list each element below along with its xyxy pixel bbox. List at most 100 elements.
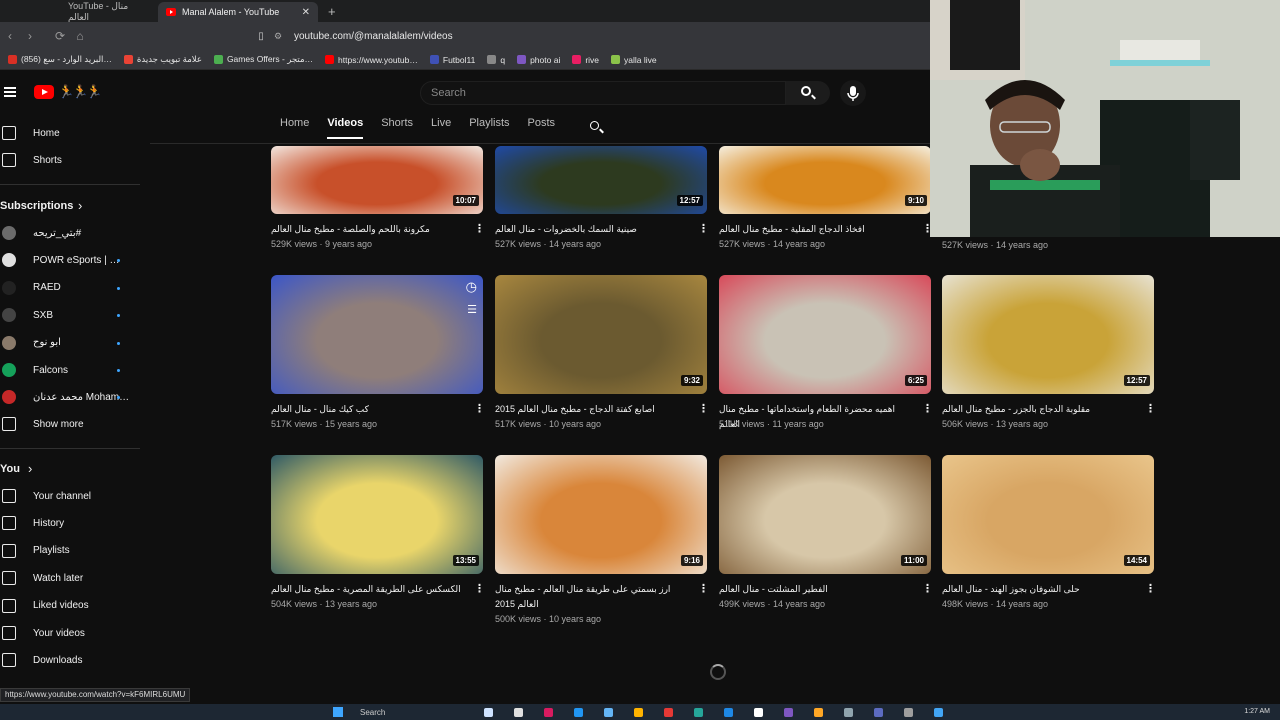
taskbar-app-icon[interactable] bbox=[724, 708, 733, 717]
tab-home[interactable]: Home bbox=[280, 117, 309, 141]
sidebar-item-downloads[interactable]: Downloads bbox=[0, 649, 140, 671]
video-thumbnail[interactable]: 6:25 bbox=[719, 275, 931, 394]
taskbar-app-icon[interactable] bbox=[874, 708, 883, 717]
video-thumbnail[interactable]: 12:57 bbox=[942, 275, 1154, 394]
taskbar-app-icon[interactable] bbox=[514, 708, 523, 717]
address-bar[interactable]: ▯ ⚙ youtube.com/@manalalalem/videos bbox=[248, 25, 928, 47]
video-card[interactable]: 6:25 اهميه محضرة الطعام واستخداماتها - مط… bbox=[719, 275, 933, 454]
video-thumbnail[interactable]: 14:54 bbox=[942, 455, 1154, 574]
video-title[interactable]: الفطير المشلتت - منال العالم bbox=[719, 582, 914, 597]
video-title[interactable]: افخاذ الدجاج المقلية - مطبخ منال العالم bbox=[719, 222, 914, 237]
bookmark-item[interactable]: q bbox=[487, 55, 505, 65]
new-tab-button[interactable]: + bbox=[318, 2, 346, 22]
tab-playlists[interactable]: Playlists bbox=[469, 117, 509, 141]
video-card[interactable]: 14:54 حلى الشوفان بجوز الهند - منال العال… bbox=[942, 455, 1156, 634]
search-input[interactable]: Search bbox=[420, 81, 786, 105]
subscriptions-heading[interactable]: Subscriptions bbox=[0, 200, 73, 212]
video-card[interactable]: 11:00 الفطير المشلتت - منال العالم ⋮ 499K v… bbox=[719, 455, 933, 634]
video-thumbnail[interactable]: 13:55 bbox=[271, 455, 483, 574]
bookmark-item[interactable]: yalla live bbox=[611, 55, 657, 65]
taskbar-app-icon[interactable] bbox=[784, 708, 793, 717]
video-thumbnail[interactable]: 9:10 bbox=[719, 146, 931, 214]
video-more-options-icon[interactable]: ⋮ bbox=[1145, 582, 1156, 595]
tab-videos[interactable]: Videos bbox=[327, 117, 364, 139]
taskbar-app-icon[interactable] bbox=[754, 708, 763, 717]
video-title[interactable]: ارز بسمتي على طريقة منال العالم - مطبخ م… bbox=[495, 582, 690, 612]
video-card[interactable]: 12:57 صينية السمك بالخضروات - منال العالم… bbox=[495, 146, 709, 274]
add-to-queue-icon[interactable]: ☰ bbox=[467, 303, 477, 316]
video-title[interactable]: حلى الشوفان بجوز الهند - منال العالم bbox=[942, 582, 1137, 597]
tab-posts[interactable]: Posts bbox=[528, 117, 556, 141]
video-more-options-icon[interactable]: ⋮ bbox=[474, 222, 485, 235]
taskbar-app-icon[interactable] bbox=[574, 708, 583, 717]
subscription-item[interactable]: POWR eSports | … bbox=[0, 249, 140, 271]
subscription-item[interactable]: محمد عدنان Moham… bbox=[0, 386, 140, 408]
video-more-options-icon[interactable]: ⋮ bbox=[1145, 402, 1156, 415]
bookmark-item[interactable]: photo ai bbox=[517, 55, 560, 65]
sidebar-item-shorts[interactable]: Shorts bbox=[0, 149, 140, 171]
sidebar-item-your-channel[interactable]: Your channel bbox=[0, 485, 140, 507]
video-more-options-icon[interactable]: ⋮ bbox=[474, 402, 485, 415]
video-thumbnail[interactable]: 9:32 bbox=[495, 275, 707, 394]
subscription-item[interactable]: بتي_تريحه# bbox=[0, 222, 140, 244]
home-browser-icon[interactable]: ⌂ bbox=[70, 29, 90, 43]
video-thumbnail[interactable]: 12:57 bbox=[495, 146, 707, 214]
sidebar-item-history[interactable]: History bbox=[0, 512, 140, 534]
bookmark-icon[interactable]: ▯ bbox=[248, 31, 274, 42]
video-title[interactable]: صينية السمك بالخضروات - منال العالم bbox=[495, 222, 690, 237]
subscription-item[interactable]: Falcons bbox=[0, 359, 140, 381]
video-card[interactable]: 9:16 ارز بسمتي على طريقة منال العالم - مط… bbox=[495, 455, 709, 634]
reload-icon[interactable]: ⟳ bbox=[50, 29, 70, 43]
subscription-item[interactable]: ابو نوح bbox=[0, 332, 140, 354]
tab-live[interactable]: Live bbox=[431, 117, 451, 141]
video-card[interactable]: 10:07 مكرونة باللحم والصلصة - مطبخ منال ا… bbox=[271, 146, 485, 274]
sidebar-item-home[interactable]: Home bbox=[0, 122, 140, 144]
bookmark-item[interactable]: علامة تبويب جديدة bbox=[123, 54, 202, 65]
video-card[interactable]: 9:10 افخاذ الدجاج المقلية - مطبخ منال الع… bbox=[719, 146, 933, 274]
taskbar-app-icon[interactable] bbox=[814, 708, 823, 717]
bookmark-item[interactable]: (856) البريد الوارد - سع… bbox=[8, 54, 112, 65]
site-info-icon[interactable]: ⚙ bbox=[274, 31, 294, 42]
video-thumbnail[interactable]: ◷ ☰ bbox=[271, 275, 483, 394]
tab-shorts[interactable]: Shorts bbox=[381, 117, 413, 141]
bookmark-item[interactable]: https://www.youtub… bbox=[325, 55, 418, 65]
you-heading[interactable]: You bbox=[0, 463, 20, 475]
subscription-item[interactable]: SXB bbox=[0, 304, 140, 326]
taskbar-app-icon[interactable] bbox=[934, 708, 943, 717]
taskbar-app-icon[interactable] bbox=[694, 708, 703, 717]
youtube-logo-icon[interactable] bbox=[34, 85, 54, 99]
video-thumbnail[interactable]: 11:00 bbox=[719, 455, 931, 574]
video-title[interactable]: مكرونة باللحم والصلصة - مطبخ منال العالم bbox=[271, 222, 466, 237]
video-thumbnail[interactable]: 10:07 bbox=[271, 146, 483, 214]
video-more-options-icon[interactable]: ⋮ bbox=[474, 582, 485, 595]
taskbar-app-icon[interactable] bbox=[604, 708, 613, 717]
close-tab-icon[interactable]: ✕ bbox=[302, 7, 310, 18]
video-card[interactable]: ◷ ☰ كب كيك منال - منال العالم ⋮ 517K views ·… bbox=[271, 275, 485, 454]
sidebar-item-your-videos[interactable]: Your videos bbox=[0, 622, 140, 644]
youtube-doodle[interactable]: 🏃🏃🏃 bbox=[58, 84, 103, 100]
back-arrow-icon[interactable]: ‹ bbox=[0, 29, 20, 43]
video-title[interactable]: مقلوبة الدجاج بالجزر - مطبخ منال العالم bbox=[942, 402, 1137, 417]
taskbar-app-icon[interactable] bbox=[844, 708, 853, 717]
sidebar-item-playlists[interactable]: Playlists bbox=[0, 540, 140, 562]
video-card[interactable]: 12:57 مقلوبة الدجاج بالجزر - مطبخ منال ال… bbox=[942, 275, 1156, 454]
video-thumbnail[interactable]: 9:16 bbox=[495, 455, 707, 574]
video-more-options-icon[interactable]: ⋮ bbox=[698, 582, 709, 595]
video-more-options-icon[interactable]: ⋮ bbox=[698, 402, 709, 415]
bookmark-item[interactable]: Games Offers - متجر… bbox=[213, 54, 313, 65]
taskbar-app-icon[interactable] bbox=[664, 708, 673, 717]
video-card[interactable]: 9:32 اصابع كفتة الدجاج - مطبخ منال العالم… bbox=[495, 275, 709, 454]
video-more-options-icon[interactable]: ⋮ bbox=[922, 402, 933, 415]
sidebar-item-liked-videos[interactable]: Liked videos bbox=[0, 595, 140, 617]
taskbar-app-icon[interactable] bbox=[634, 708, 643, 717]
video-title[interactable]: اصابع كفتة الدجاج - مطبخ منال العالم 201… bbox=[495, 402, 690, 417]
search-button[interactable] bbox=[786, 81, 830, 105]
watch-later-icon[interactable]: ◷ bbox=[466, 279, 477, 295]
video-card[interactable]: 13:55 الكسكس على الطريقة المصرية - مطبخ م… bbox=[271, 455, 485, 634]
sidebar-item-watch-later[interactable]: Watch later bbox=[0, 567, 140, 589]
bookmark-item[interactable]: Futbol11 bbox=[429, 55, 475, 65]
channel-search-button[interactable] bbox=[590, 121, 604, 135]
taskbar-app-icon[interactable] bbox=[484, 708, 493, 717]
video-title[interactable]: كب كيك منال - منال العالم bbox=[271, 402, 466, 417]
taskbar-app-icon[interactable] bbox=[904, 708, 913, 717]
